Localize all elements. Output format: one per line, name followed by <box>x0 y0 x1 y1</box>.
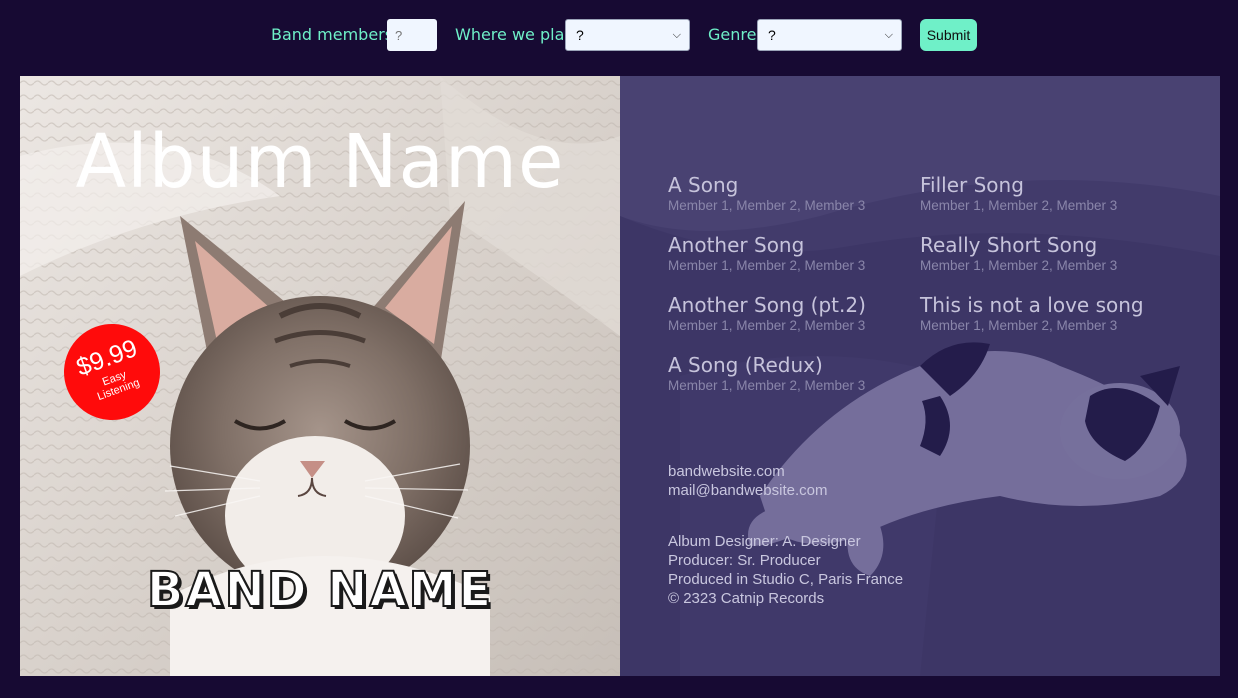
track-item: A Song (Redux) Member 1, Member 2, Membe… <box>668 354 908 394</box>
track-item: Another Song (pt.2) Member 1, Member 2, … <box>668 294 908 334</box>
credits-block: Album Designer: A. Designer Producer: Sr… <box>668 532 903 608</box>
credit-copyright: © 2323 Catnip Records <box>668 590 825 607</box>
track-title: A Song (Redux) <box>668 353 823 377</box>
credit-designer: Album Designer: A. Designer <box>668 533 861 550</box>
track-item: This is not a love song Member 1, Member… <box>920 294 1160 334</box>
track-members: Member 1, Member 2, Member 3 <box>668 198 866 213</box>
website-link[interactable]: bandwebsite.com <box>668 462 827 481</box>
top-form-bar: Band members Where we play ? ⌵ Genre ? ⌵… <box>0 0 1238 72</box>
album-back-cover: A Song Member 1, Member 2, Member 3 Fill… <box>620 76 1220 676</box>
track-members: Member 1, Member 2, Member 3 <box>668 258 866 273</box>
album-front-cover: Album Name BAND NAME $9.99 Easy Listenin… <box>20 76 620 676</box>
email-link[interactable]: mail@bandwebsite.com <box>668 481 827 500</box>
track-item: Filler Song Member 1, Member 2, Member 3 <box>920 174 1160 214</box>
credit-producer: Producer: Sr. Producer <box>668 552 821 569</box>
genre-select[interactable]: ? ⌵ <box>757 19 902 51</box>
submit-button[interactable]: Submit <box>920 19 977 51</box>
track-item: Another Song Member 1, Member 2, Member … <box>668 234 908 274</box>
album-name-title: Album Name <box>75 119 565 205</box>
track-item: Really Short Song Member 1, Member 2, Me… <box>920 234 1160 274</box>
genre-label: Genre <box>708 25 757 44</box>
contact-block: bandwebsite.com mail@bandwebsite.com <box>668 462 827 500</box>
where-we-play-select[interactable]: ? ⌵ <box>565 19 690 51</box>
band-members-label: Band members <box>271 25 394 44</box>
band-members-input[interactable] <box>387 19 437 51</box>
track-title: This is not a love song <box>920 293 1144 317</box>
credit-studio: Produced in Studio C, Paris France <box>668 571 904 588</box>
track-members: Member 1, Member 2, Member 3 <box>920 198 1118 213</box>
band-name-title: BAND NAME <box>146 561 494 619</box>
genre-value: ? <box>768 27 776 43</box>
track-title: Really Short Song <box>920 233 1098 257</box>
chevron-down-icon: ⌵ <box>672 28 681 41</box>
track-members: Member 1, Member 2, Member 3 <box>668 378 866 393</box>
where-we-play-label: Where we play <box>455 25 574 44</box>
track-title: A Song <box>668 173 739 197</box>
track-title: Filler Song <box>920 173 1024 197</box>
where-we-play-value: ? <box>576 27 584 43</box>
track-members: Member 1, Member 2, Member 3 <box>668 318 866 333</box>
track-item: A Song Member 1, Member 2, Member 3 <box>668 174 908 214</box>
track-title: Another Song <box>668 233 805 257</box>
track-members: Member 1, Member 2, Member 3 <box>920 258 1118 273</box>
track-title: Another Song (pt.2) <box>668 293 866 317</box>
track-members: Member 1, Member 2, Member 3 <box>920 318 1118 333</box>
chevron-down-icon: ⌵ <box>884 28 893 41</box>
